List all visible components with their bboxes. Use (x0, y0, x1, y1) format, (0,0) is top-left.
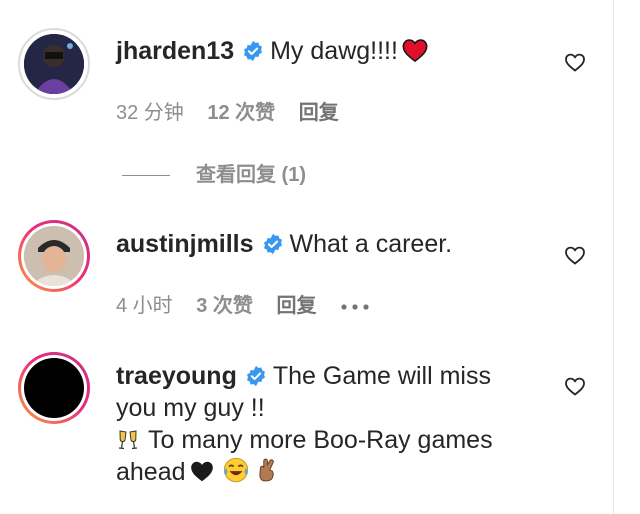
comment-meta: 4 小时 3 次赞 回复 (116, 289, 370, 318)
heart-outline-icon[interactable] (563, 50, 587, 74)
comment-body: jharden13 My dawg!!!! (116, 35, 430, 67)
comment-meta: 32 分钟 12 次赞 回复 (116, 96, 357, 125)
reply-button[interactable]: 回复 (277, 295, 317, 317)
comment-text-line3: To many more Boo-Ray games (148, 426, 493, 454)
heart-outline-icon[interactable] (563, 243, 587, 267)
black-heart-emoji (190, 461, 213, 482)
likes-count[interactable]: 12 次赞 (207, 102, 275, 124)
timestamp: 4 小时 (116, 295, 173, 317)
clinking-glasses-emoji (118, 430, 138, 450)
reply-button[interactable]: 回复 (299, 102, 339, 124)
crossed-fingers-emoji (258, 458, 274, 482)
comment-body: austinjmills What a career. (116, 228, 452, 260)
avatar[interactable] (18, 28, 90, 100)
comment-text-line1: The Game will miss (272, 362, 491, 390)
comment-text: What a career. (289, 230, 453, 258)
avatar-story-ring[interactable] (18, 352, 90, 424)
scrollbar[interactable] (613, 0, 640, 514)
username[interactable]: traeyoung (116, 362, 237, 390)
replies-divider (122, 175, 170, 177)
view-replies-label: 查看回复 (1) (196, 164, 306, 186)
comment-text-line2: you my guy !! (116, 394, 265, 422)
username[interactable]: austinjmills (116, 230, 254, 258)
verified-badge-icon (263, 233, 282, 255)
timestamp: 32 分钟 (116, 102, 184, 124)
comment-text-line4: ahead (116, 458, 186, 486)
verified-badge-icon (244, 40, 263, 62)
heart-outline-icon[interactable] (563, 374, 587, 398)
avatar-story-ring[interactable] (18, 220, 90, 292)
likes-count[interactable]: 3 次赞 (196, 295, 253, 317)
view-replies-button[interactable]: 查看回复 (1) (122, 158, 306, 187)
tears-of-joy-emoji (223, 457, 248, 483)
red-heart-emoji (402, 39, 428, 63)
username[interactable]: jharden13 (116, 37, 234, 65)
verified-badge-icon (246, 365, 265, 387)
comment-text: My dawg!!!! (270, 37, 398, 65)
comment-body: traeyoung The Game will miss you my guy !… (116, 360, 493, 488)
more-options-icon[interactable] (340, 303, 370, 311)
